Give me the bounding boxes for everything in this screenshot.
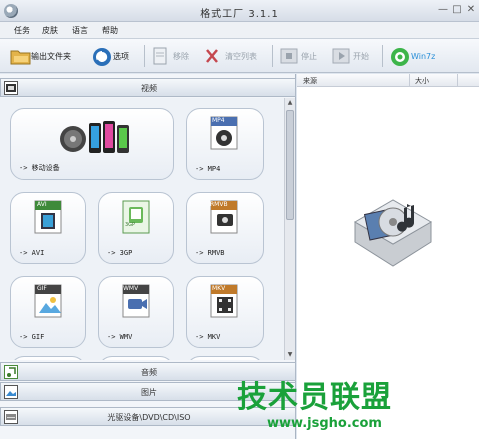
- wmv-badge: WMV: [123, 285, 139, 292]
- format-grid: -> 移动设备 MP4 -> MP4 AVI -> AVI 3GP -> 3GP: [0, 98, 284, 360]
- rmvb-badge: RMVB: [210, 201, 228, 208]
- stop-button[interactable]: 停止: [280, 45, 317, 67]
- scroll-down-icon[interactable]: ▼: [285, 350, 295, 360]
- tile-mkv[interactable]: MKV -> MKV: [186, 276, 264, 348]
- output-folder-button[interactable]: 输出文件夹: [10, 45, 71, 67]
- menu-bar: 任务 皮肤 语言 帮助: [0, 22, 479, 39]
- 3gp-file-icon: [121, 199, 153, 237]
- folder-icon: [10, 47, 31, 65]
- start-icon: [332, 47, 350, 65]
- watermark-url: www.jsgho.com: [267, 416, 382, 431]
- options-button[interactable]: 选项: [92, 45, 129, 67]
- column-source[interactable]: 来源: [303, 76, 317, 86]
- title-bar: 格式工厂 3.1.1 — □ ✕: [0, 0, 479, 22]
- menu-help[interactable]: 帮助: [102, 25, 118, 36]
- close-icon[interactable]: ✕: [464, 3, 478, 17]
- avi-badge: AVI: [37, 201, 47, 208]
- menu-task[interactable]: 任务: [14, 25, 30, 36]
- toolbar-divider: [272, 45, 273, 67]
- menu-language[interactable]: 语言: [72, 25, 88, 36]
- mobile-devices-icon: [59, 119, 131, 159]
- gif-badge: GIF: [37, 285, 47, 292]
- tile-mp4[interactable]: MP4 -> MP4: [186, 108, 264, 180]
- mkv-badge: MKV: [212, 285, 226, 292]
- remove-label: 移除: [173, 51, 189, 61]
- tile-gif[interactable]: GIF -> GIF: [10, 276, 86, 348]
- toolbar-divider: [382, 45, 383, 67]
- options-icon: [92, 47, 111, 66]
- tile-mp4-label: -> MP4: [195, 165, 221, 173]
- tile-partial[interactable]: [186, 356, 264, 360]
- column-divider[interactable]: [409, 74, 410, 87]
- tile-wmv-label: -> WMV: [107, 333, 133, 341]
- win7z-button[interactable]: Win7z: [390, 45, 435, 67]
- watermark-text: 技术员联盟: [237, 380, 392, 415]
- tile-3gp-label: -> 3GP: [107, 249, 133, 257]
- window-title: 格式工厂 3.1.1: [200, 9, 279, 20]
- tile-gif-label: -> GIF: [19, 333, 45, 341]
- clear-list-icon: [204, 47, 222, 65]
- start-button[interactable]: 开始: [332, 45, 369, 67]
- category-video-label: 视频: [141, 84, 157, 93]
- clear-list-label: 清空列表: [225, 51, 257, 61]
- menu-skin[interactable]: 皮肤: [42, 25, 58, 36]
- tile-mkv-label: -> MKV: [195, 333, 221, 341]
- format-scrollbar[interactable]: ▲ ▼: [284, 98, 295, 360]
- clear-list-button[interactable]: 清空列表: [204, 45, 257, 67]
- toolbar-divider: [144, 45, 145, 67]
- task-list-header: 来源 大小: [297, 74, 479, 87]
- tile-rmvb-label: -> RMVB: [195, 249, 225, 257]
- toolbar: 输出文件夹 选项 移除 清空列表 停止 开始 Win7z: [0, 39, 479, 73]
- tile-avi[interactable]: AVI -> AVI: [10, 192, 86, 264]
- win7z-label: Win7z: [411, 51, 436, 61]
- tile-wmv[interactable]: WMV -> WMV: [98, 276, 174, 348]
- tile-avi-label: -> AVI: [19, 249, 45, 257]
- column-divider[interactable]: [457, 74, 458, 87]
- start-label: 开始: [353, 51, 369, 61]
- remove-button[interactable]: 移除: [152, 45, 189, 67]
- tile-partial[interactable]: [10, 356, 86, 360]
- column-size[interactable]: 大小: [415, 76, 429, 86]
- tile-mobile-label: -> 移动设备: [19, 164, 60, 172]
- remove-icon: [152, 47, 170, 65]
- mp4-badge: MP4: [212, 117, 225, 124]
- format-factory-logo: [345, 182, 441, 280]
- stop-icon: [280, 47, 298, 65]
- minimize-icon[interactable]: —: [436, 3, 450, 17]
- scroll-thumb[interactable]: [286, 110, 294, 220]
- watermark: 技术员联盟 www.jsgho.com: [233, 372, 479, 439]
- tile-mobile-devices[interactable]: -> 移动设备: [10, 108, 174, 180]
- tile-3gp[interactable]: 3GP -> 3GP: [98, 192, 174, 264]
- stop-label: 停止: [301, 51, 317, 61]
- win7z-icon: [390, 47, 409, 66]
- category-video-header[interactable]: 视频: [0, 78, 296, 97]
- output-folder-label: 输出文件夹: [31, 51, 71, 61]
- tile-partial[interactable]: [98, 356, 174, 360]
- scroll-up-icon[interactable]: ▲: [285, 98, 295, 108]
- tile-rmvb[interactable]: RMVB -> RMVB: [186, 192, 264, 264]
- options-label: 选项: [113, 51, 129, 61]
- maximize-icon[interactable]: □: [450, 3, 464, 17]
- 3gp-badge: 3GP: [125, 222, 136, 228]
